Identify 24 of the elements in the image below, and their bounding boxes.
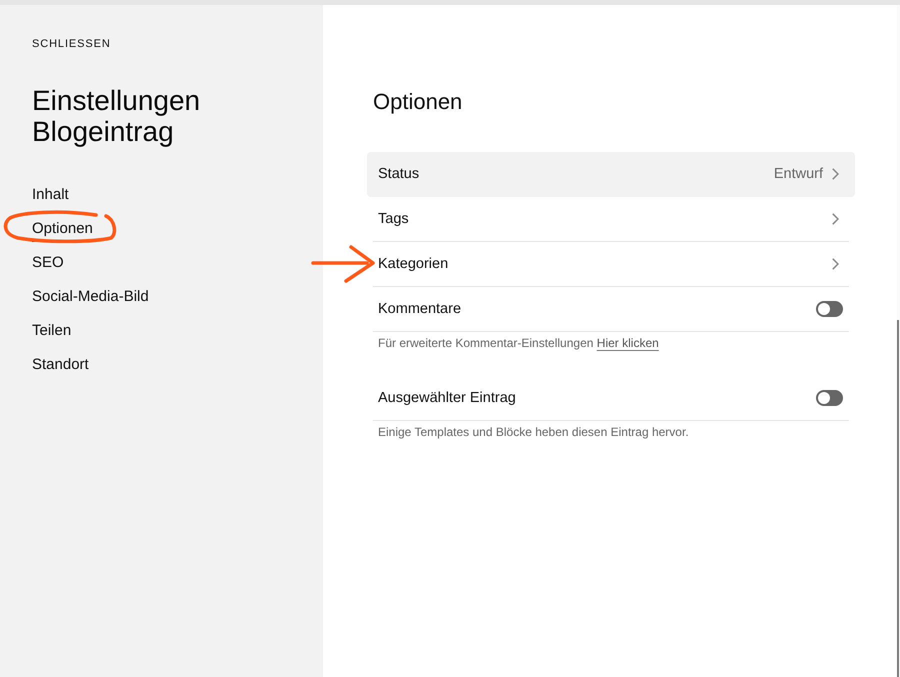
hint-text: Für erweiterte Kommentar-Einstellungen Hier klicken xyxy=(378,336,659,350)
hint-link[interactable]: Hier klicken xyxy=(596,336,659,350)
chevron-right-icon xyxy=(832,258,839,270)
toggle-switch[interactable] xyxy=(816,301,843,317)
panel-title: Optionen xyxy=(373,88,462,116)
hint-text: Einige Templates und Blöcke heben diesen Eintrag hervor. xyxy=(378,425,689,439)
sidebar-item[interactable]: SEO xyxy=(32,246,64,276)
option-label: Kommentare xyxy=(378,301,462,317)
sidebar-item[interactable]: Optionen xyxy=(32,212,93,242)
row-value: Entwurf xyxy=(774,166,823,182)
sidebar-item[interactable]: Social-Media-Bild xyxy=(32,280,149,310)
toggle-switch[interactable] xyxy=(816,390,843,406)
option-row[interactable]: Kategorien xyxy=(373,242,849,287)
chevron-right-icon xyxy=(832,213,839,225)
option-label: Ausgewählter Eintrag xyxy=(378,390,516,406)
sidebar-item[interactable]: Standort xyxy=(32,348,89,378)
chevron-right-icon xyxy=(832,168,839,180)
option-row[interactable]: Tags xyxy=(373,197,849,242)
close-button[interactable]: SCHLIESSEN xyxy=(32,37,111,51)
sidebar-title: Einstellungen Blogeintrag xyxy=(32,85,200,147)
scrollbar-thumb[interactable] xyxy=(897,320,899,677)
option-row[interactable]: Status Entwurf xyxy=(367,152,855,197)
sidebar-item[interactable]: Teilen xyxy=(32,314,72,344)
sidebar-item[interactable]: Inhalt xyxy=(32,178,69,208)
